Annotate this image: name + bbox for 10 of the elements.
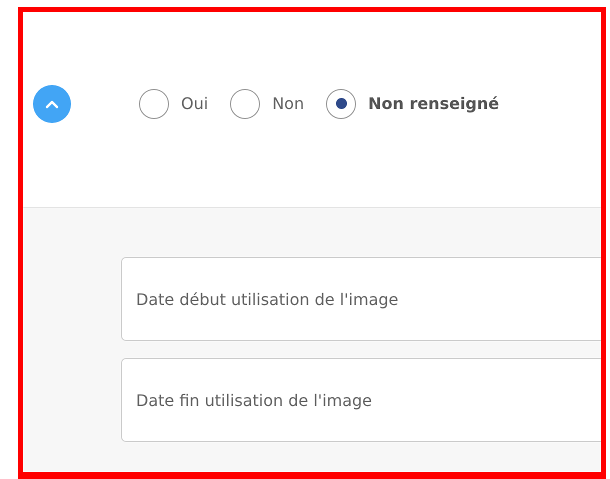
collapse-button[interactable]	[33, 84, 71, 122]
radio-button[interactable]	[139, 88, 169, 118]
radio-button[interactable]	[230, 88, 260, 118]
radio-option[interactable]: Oui	[139, 88, 208, 118]
radio-option[interactable]: Non renseigné	[326, 88, 500, 118]
date-field[interactable]: Date début utilisation de l'image	[121, 257, 601, 341]
date-field[interactable]: Date fin utilisation de l'image	[121, 358, 601, 442]
radio-option[interactable]: Non	[230, 88, 304, 118]
chevron-up-icon	[45, 98, 59, 108]
radio-button[interactable]	[326, 88, 356, 118]
